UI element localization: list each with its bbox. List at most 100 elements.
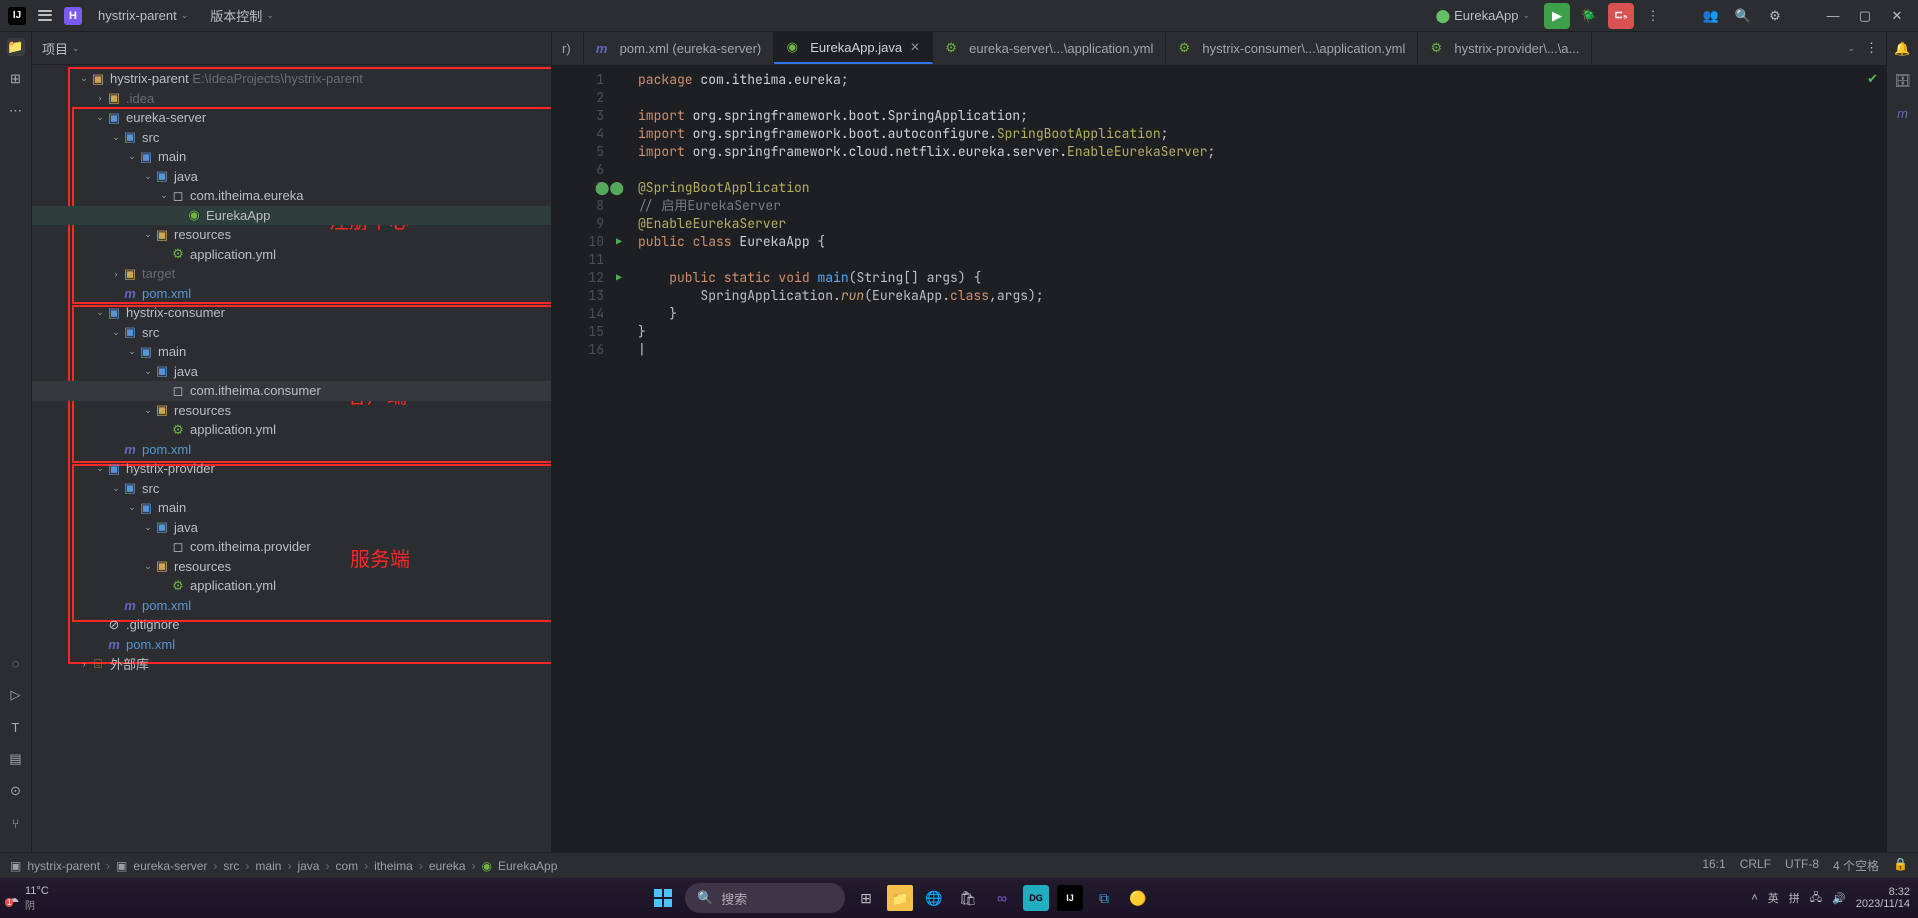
status-indent[interactable]: 4 个空格	[1833, 857, 1879, 874]
tree-target[interactable]: ›▣target	[32, 264, 551, 284]
tree-eureka-app[interactable]: ◉EurekaApp	[32, 206, 551, 226]
tab-eureka-app[interactable]: ◉EurekaApp.java✕	[774, 32, 933, 64]
tree-pkg-eureka[interactable]: ⌄◻com.itheima.eureka	[32, 186, 551, 206]
tree-main[interactable]: ⌄▣main	[32, 147, 551, 167]
tabs-more-icon[interactable]: ⋮	[1865, 40, 1878, 56]
vscode-icon[interactable]: ⧉	[1091, 885, 1117, 911]
tab-yml3[interactable]: ⚙hystrix-provider\...\a...	[1418, 32, 1592, 64]
tree-ext-lib[interactable]: ›⌸外部库	[32, 654, 551, 674]
close-tab-icon[interactable]: ✕	[910, 40, 920, 54]
tree-resources[interactable]: ⌄▣resources	[32, 225, 551, 245]
database-icon[interactable]: 🗄	[1894, 72, 1912, 90]
status-lock-icon[interactable]: 🔒	[1893, 857, 1908, 874]
tab-pom[interactable]: mpom.xml (eureka-server)	[584, 32, 775, 64]
search-everywhere-icon[interactable]: 🔍	[1730, 3, 1756, 29]
edge-icon[interactable]: 🌐	[921, 885, 947, 911]
status-eol[interactable]: CRLF	[1740, 857, 1771, 874]
maximize-icon[interactable]: ▢	[1852, 3, 1878, 29]
tree-main[interactable]: ⌄▣main	[32, 498, 551, 518]
status-enc[interactable]: UTF-8	[1785, 857, 1819, 874]
search-icon: 🔍	[697, 890, 713, 906]
ime-mode[interactable]: 拼	[1789, 890, 1800, 906]
explorer-icon[interactable]: 📁	[887, 885, 913, 911]
tabs-dropdown-icon[interactable]: ⌄	[1847, 43, 1855, 54]
tree-pom[interactable]: mpom.xml	[32, 284, 551, 304]
tree-hystrix-provider[interactable]: ⌄▣hystrix-provider	[32, 459, 551, 479]
taskbar-search[interactable]: 🔍搜索	[685, 883, 845, 913]
tree-java[interactable]: ⌄▣java	[32, 518, 551, 538]
tree-app-yml[interactable]: ⚙application.yml	[32, 576, 551, 596]
tree-pom[interactable]: mpom.xml	[32, 596, 551, 616]
run-gutter-icon[interactable]: ▶	[616, 269, 622, 287]
code-with-me-icon[interactable]: 👥	[1698, 3, 1724, 29]
terminal-tool-icon[interactable]: T	[7, 718, 25, 736]
tree-app-yml[interactable]: ⚙application.yml	[32, 245, 551, 265]
tree-pom[interactable]: mpom.xml	[32, 440, 551, 460]
tree-root[interactable]: ⌄▣hystrix-parent E:\IdeaProjects\hystrix…	[32, 69, 551, 89]
ide-icon: IJ	[8, 7, 26, 25]
tree-pkg-consumer[interactable]: ◻com.itheima.consumer	[32, 381, 551, 401]
chevron-down-icon: ⌄	[1522, 10, 1530, 21]
minimize-icon[interactable]: —	[1820, 3, 1846, 29]
chevron-down-icon[interactable]: ⌄	[72, 43, 80, 54]
run-config-selector[interactable]: ⬤ EurekaApp ⌄	[1428, 6, 1538, 26]
start-button[interactable]	[649, 884, 677, 912]
more-actions-icon[interactable]: ⋮	[1640, 3, 1666, 29]
tree-app-yml[interactable]: ⚙application.yml	[32, 420, 551, 440]
project-tool-icon[interactable]: 📁	[7, 38, 25, 56]
more-tool-icon[interactable]: ⋯	[7, 102, 25, 120]
tree-java[interactable]: ⌄▣java	[32, 167, 551, 187]
tree-src[interactable]: ⌄▣src	[32, 479, 551, 499]
weather-widget[interactable]: ☁1 11°C阴	[8, 885, 49, 912]
tab-trunc[interactable]: r)	[552, 32, 584, 64]
tree-src[interactable]: ⌄▣src	[32, 128, 551, 148]
problems-tool-icon[interactable]: ⊙	[7, 782, 25, 800]
task-view-icon[interactable]: ⊞	[853, 885, 879, 911]
tree-src[interactable]: ⌄▣src	[32, 323, 551, 343]
system-tray[interactable]: ˄ 英 拼 🖧 🔊 8:32 2023/11/14	[1751, 886, 1910, 910]
structure-tool-icon[interactable]: ⊞	[7, 70, 25, 88]
code-editor[interactable]: package com.itheima.eureka; import org.s…	[612, 65, 1886, 852]
ime-lang[interactable]: 英	[1768, 890, 1779, 906]
hamburger-icon[interactable]	[36, 7, 54, 25]
status-pos[interactable]: 16:1	[1702, 857, 1725, 874]
notifications-icon[interactable]: 🔔	[1894, 40, 1912, 58]
datagrip-icon[interactable]: DG	[1023, 885, 1049, 911]
tree-resources[interactable]: ⌄▣resources	[32, 401, 551, 421]
project-select[interactable]: hystrix-parent ⌄	[92, 6, 194, 25]
windows-taskbar: ☁1 11°C阴 🔍搜索 ⊞ 📁 🌐 🛍 ∞ DG IJ ⧉ 🟡 ˄ 英 拼 🖧…	[0, 878, 1918, 918]
settings-icon[interactable]: ⚙	[1762, 3, 1788, 29]
intellij-icon[interactable]: IJ	[1057, 885, 1083, 911]
tree-resources[interactable]: ⌄▣resources	[32, 557, 551, 577]
tree-idea[interactable]: ›▣.idea	[32, 89, 551, 109]
tree-pom-root[interactable]: mpom.xml	[32, 635, 551, 655]
tree-hystrix-consumer[interactable]: ⌄▣hystrix-consumer	[32, 303, 551, 323]
vcs-menu[interactable]: 版本控制 ⌄	[204, 4, 280, 27]
store-icon[interactable]: 🛍	[955, 885, 981, 911]
tab-yml2[interactable]: ⚙hystrix-consumer\...\application.yml	[1166, 32, 1418, 64]
volume-icon[interactable]: 🔊	[1832, 892, 1846, 905]
build-tool-icon[interactable]: ▤	[7, 750, 25, 768]
stop-button[interactable]: ⊏₅	[1608, 3, 1634, 29]
tree-eureka-server[interactable]: ⌄▣eureka-server	[32, 108, 551, 128]
run-gutter-icon[interactable]: ▶	[616, 233, 622, 251]
maven-icon[interactable]: m	[1894, 104, 1912, 122]
inspections-ok-icon[interactable]: ✔	[1867, 71, 1878, 87]
close-icon[interactable]: ✕	[1884, 3, 1910, 29]
wifi-icon[interactable]: 🖧	[1810, 889, 1822, 908]
editor-tabs: r) mpom.xml (eureka-server) ◉EurekaApp.j…	[552, 32, 1886, 65]
vcs-tool-icon[interactable]: ⑂	[7, 814, 25, 832]
run-tool-icon[interactable]: ▷	[7, 686, 25, 704]
vs-icon[interactable]: ∞	[989, 885, 1015, 911]
tree-main[interactable]: ⌄▣main	[32, 342, 551, 362]
debug-button[interactable]: 🪲	[1576, 3, 1602, 29]
tree-pkg-provider[interactable]: ◻com.itheima.provider	[32, 537, 551, 557]
tray-up-icon[interactable]: ˄	[1751, 892, 1757, 904]
tree-gitignore[interactable]: ⊘.gitignore	[32, 615, 551, 635]
breadcrumb[interactable]: ▣hystrix-parent› ▣eureka-server› src› ma…	[10, 859, 557, 873]
tab-yml1[interactable]: ⚙eureka-server\...\application.yml	[933, 32, 1166, 64]
chrome-icon[interactable]: 🟡	[1125, 885, 1151, 911]
run-button[interactable]: ▶	[1544, 3, 1570, 29]
services-tool-icon[interactable]: ◌	[7, 654, 25, 672]
tree-java[interactable]: ⌄▣java	[32, 362, 551, 382]
